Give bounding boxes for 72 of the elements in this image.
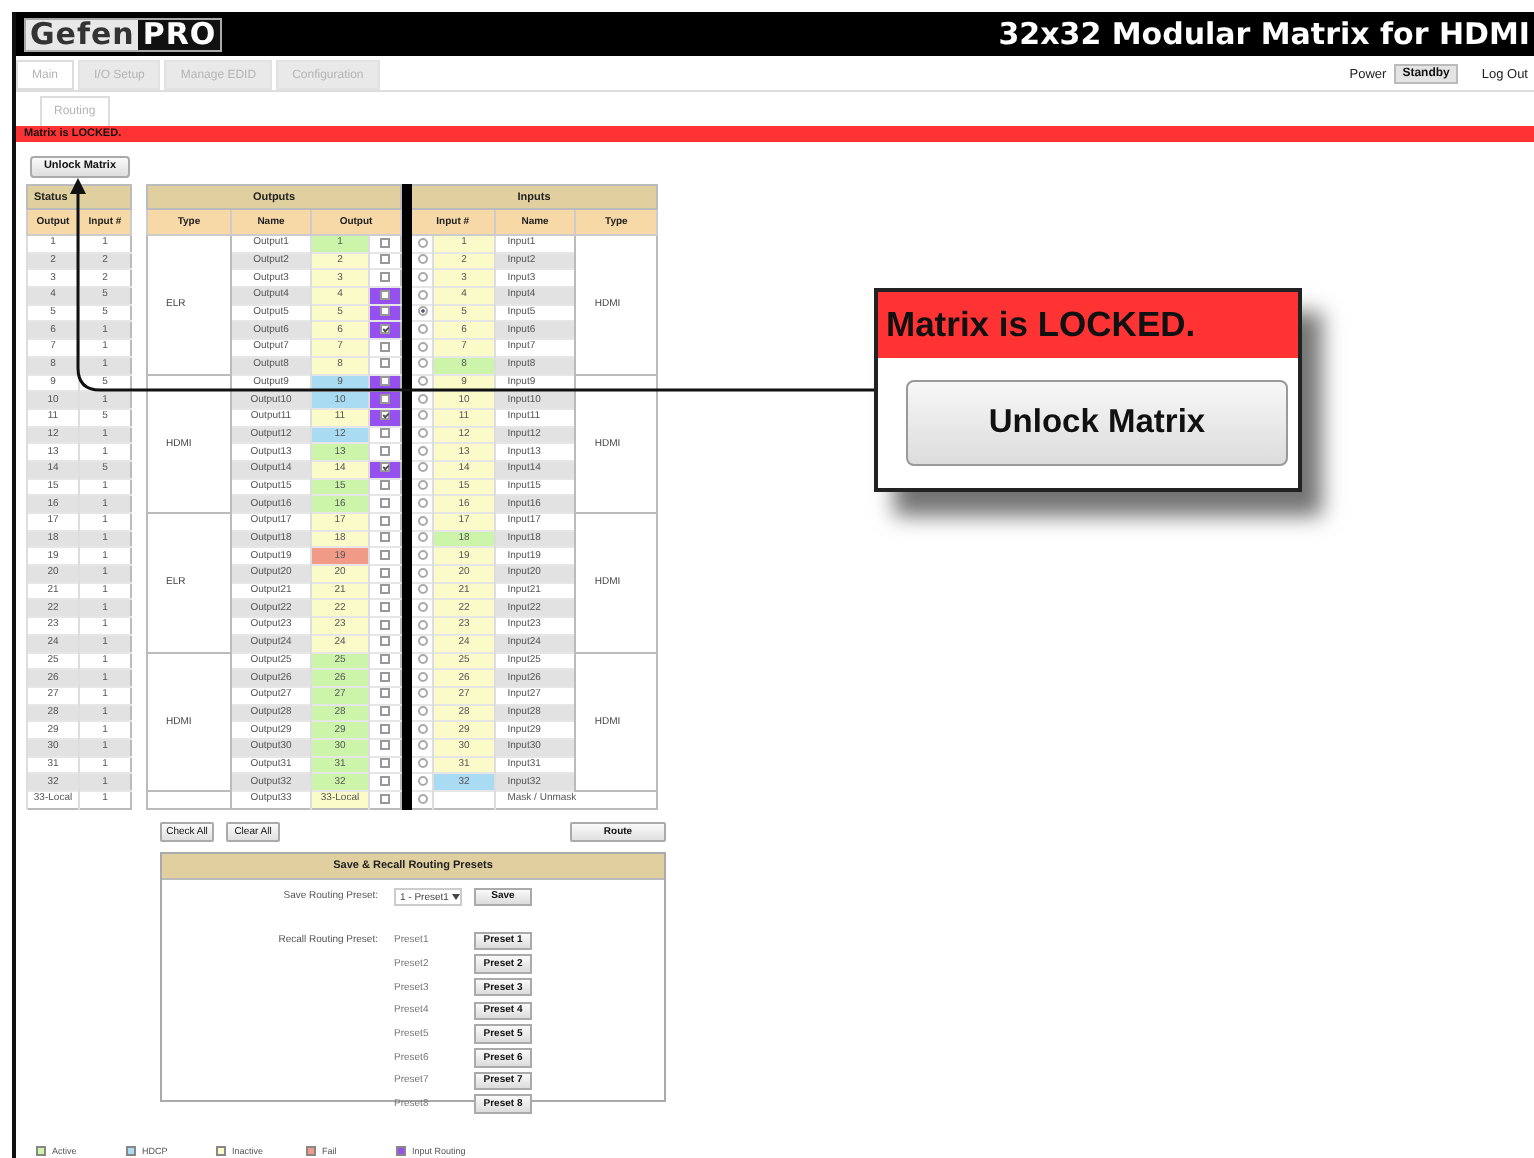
checkbox[interactable] (380, 323, 391, 334)
checkbox[interactable] (380, 445, 391, 456)
radio-button[interactable] (417, 601, 428, 612)
radio-button[interactable] (417, 688, 428, 699)
checkbox[interactable] (380, 567, 391, 578)
checkbox[interactable] (380, 654, 391, 665)
checkbox[interactable] (380, 793, 391, 804)
radio-button[interactable] (417, 289, 428, 300)
checkbox[interactable] (380, 601, 391, 612)
page-title: 32x32 Modular Matrix for HDMI (998, 16, 1530, 52)
radio-button[interactable] (417, 654, 428, 665)
checkbox[interactable] (380, 758, 391, 769)
radio-button[interactable] (417, 358, 428, 369)
logo-text: Gefen (28, 16, 137, 52)
radio-button[interactable] (417, 410, 428, 421)
radio-button[interactable] (417, 376, 428, 387)
radio-button[interactable] (417, 341, 428, 352)
checkbox[interactable] (380, 515, 391, 526)
unlock-button[interactable]: Unlock Matrix (906, 380, 1288, 466)
radio-button[interactable] (417, 758, 428, 769)
radio-button[interactable] (417, 393, 428, 404)
checkbox[interactable] (380, 636, 391, 647)
checkbox[interactable] (380, 584, 391, 595)
checkbox[interactable] (380, 289, 391, 300)
checkbox[interactable] (380, 341, 391, 352)
checkbox[interactable] (380, 532, 391, 543)
radio-button[interactable] (417, 706, 428, 717)
radio-button[interactable] (417, 237, 428, 248)
radio-button[interactable] (417, 254, 428, 265)
checkbox[interactable] (380, 775, 391, 786)
radio-button[interactable] (417, 515, 428, 526)
radio-button[interactable] (417, 723, 428, 734)
checkbox[interactable] (380, 237, 391, 248)
checkbox[interactable] (380, 306, 391, 317)
checkbox[interactable] (380, 358, 391, 369)
radio-button[interactable] (417, 428, 428, 439)
radio-button[interactable] (417, 793, 428, 804)
checkbox[interactable] (380, 271, 391, 282)
checkbox[interactable] (380, 462, 391, 473)
checkbox[interactable] (380, 497, 391, 508)
checkbox[interactable] (380, 619, 391, 630)
radio-button[interactable] (417, 497, 428, 508)
checkbox[interactable] (380, 740, 391, 751)
radio-button[interactable] (417, 445, 428, 456)
radio-button[interactable] (417, 636, 428, 647)
checkbox[interactable] (380, 428, 391, 439)
radio-button[interactable] (417, 775, 428, 786)
radio-button[interactable] (417, 462, 428, 473)
radio-button[interactable] (417, 671, 428, 682)
checkbox[interactable] (380, 480, 391, 491)
radio-button[interactable] (417, 584, 428, 595)
checkbox[interactable] (380, 376, 391, 387)
checkbox[interactable] (380, 723, 391, 734)
radio-button[interactable] (417, 306, 428, 317)
logo-text: PRO (138, 19, 221, 49)
radio-button[interactable] (417, 549, 428, 560)
checkbox[interactable] (380, 393, 391, 404)
checkbox[interactable] (380, 549, 391, 560)
checkbox[interactable] (380, 706, 391, 717)
radio-button[interactable] (417, 323, 428, 334)
lock-banner: Matrix is LOCKED. (878, 292, 1298, 358)
checkbox[interactable] (380, 254, 391, 265)
radio-button[interactable] (417, 740, 428, 751)
radio-button[interactable] (417, 567, 428, 578)
checkbox[interactable] (380, 671, 391, 682)
radio-button[interactable] (417, 619, 428, 630)
caret-icon (452, 894, 461, 901)
radio-button[interactable] (417, 271, 428, 282)
radio-button[interactable] (417, 480, 428, 491)
checkbox[interactable] (380, 688, 391, 699)
radio-button[interactable] (417, 532, 428, 543)
checkbox[interactable] (380, 410, 391, 421)
